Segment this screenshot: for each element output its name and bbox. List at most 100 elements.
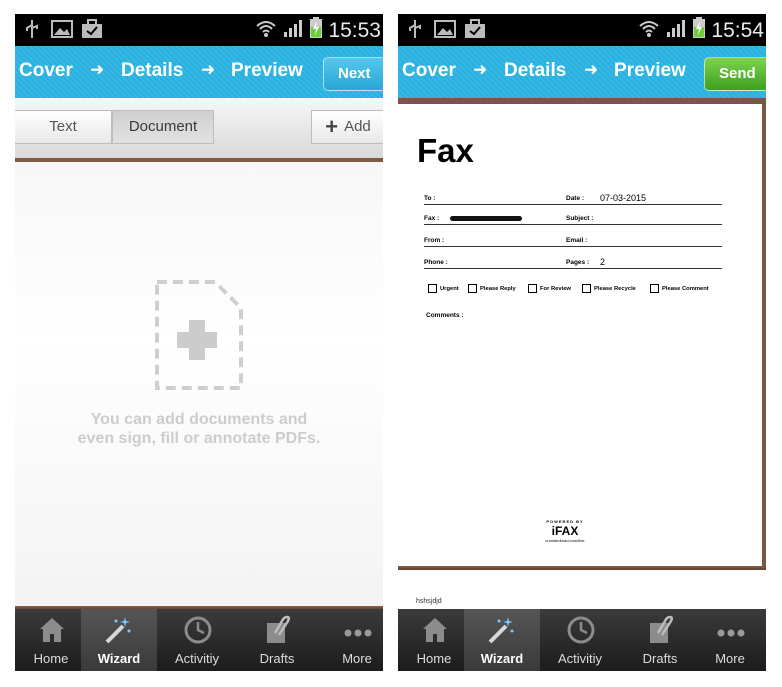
tab-label: Activitiy — [557, 651, 603, 666]
notes-area: hshsjdjd — [398, 570, 766, 610]
usb-icon — [21, 18, 43, 40]
row-to-date: To : Date : 07-03-2015 — [424, 190, 722, 205]
clock-icon — [184, 616, 212, 644]
checkbox-label: Please Comment — [662, 285, 709, 292]
wizard-steps-bar: Cover ➜ Details ➜ Preview Send — [398, 46, 766, 98]
row-fax-subject: Fax : Subject : — [424, 210, 722, 225]
row-phone-pages: Phone : Pages : 2 — [424, 254, 722, 269]
tab-wizard[interactable]: Wizard — [464, 609, 540, 671]
arrow-right-icon: ➜ — [201, 60, 216, 79]
add-button[interactable]: + Add — [311, 110, 383, 144]
content-type-segment-bar: Text Document + Add — [15, 98, 383, 162]
checkbox-please-comment: Please Comment — [650, 284, 709, 293]
status-bar: 15:53 — [15, 14, 383, 46]
add-label: Add — [344, 118, 371, 135]
brand-name: iFAX — [551, 524, 579, 538]
magic-wand-icon — [488, 617, 514, 644]
wifi-icon — [255, 18, 277, 43]
step-details[interactable]: Details — [504, 60, 566, 82]
redacted-fax-number — [450, 216, 522, 221]
wifi-icon — [638, 18, 660, 43]
gallery-icon — [51, 18, 73, 40]
home-icon — [40, 618, 64, 642]
label-email: Email : — [566, 237, 588, 244]
tab-label: Wizard — [97, 651, 141, 666]
tab-drafts[interactable]: Drafts — [241, 609, 313, 671]
step-details[interactable]: Details — [121, 60, 183, 82]
segment-document[interactable]: Document — [112, 110, 214, 144]
tab-label: More — [342, 651, 372, 666]
tab-home[interactable]: Home — [398, 609, 470, 671]
tab-wizard[interactable]: Wizard — [81, 609, 157, 671]
label-date: Date : — [566, 195, 585, 202]
paperclip-document-icon — [267, 615, 291, 643]
label-pages: Pages : — [566, 259, 590, 266]
step-cover[interactable]: Cover — [402, 60, 456, 82]
checkbox-label: Urgent — [440, 285, 459, 292]
status-clock: 15:54 — [711, 18, 764, 42]
empty-document-area: You can add documents and even sign, fil… — [15, 162, 383, 606]
home-icon — [423, 618, 447, 642]
checkbox-for-review: For Review — [528, 284, 571, 293]
tab-drafts[interactable]: Drafts — [624, 609, 696, 671]
more-dots-icon — [717, 629, 745, 637]
empty-state-message: You can add documents and even sign, fil… — [15, 410, 383, 448]
clock-icon — [567, 616, 595, 644]
label-fax: Fax : — [424, 215, 440, 222]
arrow-right-icon: ➜ — [584, 60, 599, 79]
checkbox-please-reply: Please Reply — [468, 284, 516, 293]
value-date: 07-03-2015 — [600, 193, 647, 203]
tab-activity[interactable]: Activitiy — [544, 609, 616, 671]
ifax-logo: POWERED BY iFAX crowdedroad.com/ifax — [540, 519, 590, 543]
tab-label: Drafts — [642, 651, 678, 666]
tab-more[interactable]: More — [321, 609, 383, 671]
battery-charging-icon — [309, 17, 323, 44]
tab-activity[interactable]: Activitiy — [161, 609, 233, 671]
label-comments: Comments : — [426, 312, 464, 319]
arrow-right-icon: ➜ — [90, 60, 105, 79]
tab-label: Home — [416, 651, 452, 666]
status-clock: 15:53 — [328, 18, 381, 42]
checkbox-label: For Review — [540, 285, 571, 292]
send-button[interactable]: Send — [704, 57, 766, 91]
label-phone: Phone : — [424, 259, 448, 266]
note-text: hshsjdjd — [416, 598, 442, 605]
left-screen: 15:53 Cover ➜ Details ➜ Preview Next Tex… — [15, 14, 383, 671]
label-from: From : — [424, 237, 445, 244]
next-button[interactable]: Next — [323, 57, 383, 91]
step-preview[interactable]: Preview — [614, 60, 686, 82]
label-subject: Subject : — [566, 215, 594, 222]
paperclip-document-icon — [650, 615, 674, 643]
tab-label: Home — [33, 651, 69, 666]
fax-cover-page: Fax To : Date : 07-03-2015 Fax : Subject… — [398, 104, 762, 566]
tab-label: Drafts — [259, 651, 295, 666]
checkbox-label: Please Reply — [480, 285, 516, 292]
tab-label: Wizard — [480, 651, 524, 666]
usb-icon — [404, 18, 426, 40]
empty-message-line1: You can add documents and — [90, 411, 308, 428]
right-screen: 15:54 Cover ➜ Details ➜ Preview Send Fax… — [398, 14, 766, 671]
tab-home[interactable]: Home — [15, 609, 87, 671]
signal-icon — [282, 18, 304, 43]
plus-icon: + — [325, 114, 339, 139]
checkbox-please-recycle: Please Recycle — [582, 284, 636, 293]
step-preview[interactable]: Preview — [231, 60, 303, 82]
wizard-steps-bar: Cover ➜ Details ➜ Preview Next — [15, 46, 383, 98]
more-dots-icon — [344, 629, 372, 637]
tab-label: Activitiy — [174, 651, 220, 666]
row-from-email: From : Email : — [424, 232, 722, 247]
checkbox-urgent: Urgent — [428, 284, 459, 293]
arrow-right-icon: ➜ — [473, 60, 488, 79]
segment-text[interactable]: Text — [15, 110, 112, 144]
checkbox-label: Please Recycle — [594, 285, 636, 292]
gallery-icon — [434, 18, 456, 40]
tab-label: More — [715, 651, 745, 666]
add-document-icon[interactable] — [155, 280, 243, 395]
signal-icon — [665, 18, 687, 43]
fax-title: Fax — [417, 132, 474, 169]
step-cover[interactable]: Cover — [19, 60, 73, 82]
bottom-tab-bar: Home Wizard Activitiy Drafts More — [15, 609, 383, 671]
empty-message-line2: even sign, fill or annotate PDFs. — [77, 430, 321, 447]
value-pages: 2 — [600, 257, 606, 267]
tab-more[interactable]: More — [694, 609, 766, 671]
